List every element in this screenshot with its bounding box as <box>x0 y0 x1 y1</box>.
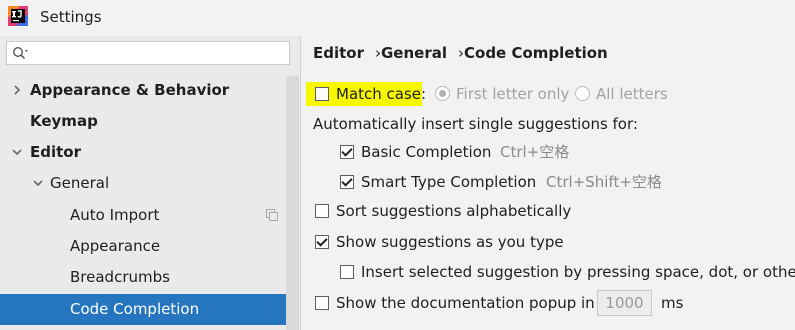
intellij-app-icon <box>8 6 28 26</box>
breadcrumb-item: Code Completion <box>464 44 608 62</box>
sidebar-item-label: Breadcrumbs <box>70 268 170 286</box>
auto-insert-heading: Automatically insert single suggestions … <box>313 115 638 133</box>
sidebar-item-general[interactable]: General <box>0 168 286 199</box>
doc-popup-unit: ms <box>661 294 684 312</box>
breadcrumb-item[interactable]: Editor <box>313 44 364 62</box>
sidebar-item-appearance[interactable]: Appearance <box>0 231 286 262</box>
sidebar-item-label: Keymap <box>30 112 98 130</box>
first-letter-only-radio[interactable] <box>435 86 450 101</box>
all-letters-radio[interactable] <box>575 86 590 101</box>
sidebar-item-label: General <box>50 174 110 192</box>
search-icon <box>12 46 28 60</box>
sidebar-item-label: Appearance <box>70 237 161 255</box>
sidebar-item-label: Auto Import <box>70 206 160 224</box>
match-case-label: Match case: <box>336 85 427 103</box>
smart-type-completion-checkbox[interactable] <box>340 175 354 189</box>
breadcrumb: Editor ›General ›Code Completion <box>313 44 608 62</box>
basic-completion-shortcut: Ctrl+空格 <box>500 143 570 161</box>
chevron-down-icon[interactable] <box>33 178 43 188</box>
sidebar-item-breadcrumbs[interactable]: Breadcrumbs <box>0 262 286 293</box>
first-letter-only-label: First letter only <box>456 85 570 103</box>
chevron-right-icon[interactable] <box>12 85 22 95</box>
sidebar-item-auto-import[interactable]: Auto Import <box>0 200 286 231</box>
show-as-you-type-label: Show suggestions as you type <box>336 233 564 251</box>
search-input[interactable] <box>6 41 290 65</box>
basic-completion-checkbox[interactable] <box>340 145 354 159</box>
breadcrumb-item[interactable]: General <box>381 44 447 62</box>
insert-by-space-label: Insert selected suggestion by pressing s… <box>361 263 795 281</box>
doc-popup-label: Show the documentation popup in <box>336 294 595 312</box>
all-letters-label: All letters <box>596 85 668 103</box>
smart-type-completion-shortcut: Ctrl+Shift+空格 <box>546 173 662 191</box>
sidebar-item-editor[interactable]: Editor <box>0 137 286 168</box>
sidebar-item-label: Editor <box>30 143 81 161</box>
smart-type-completion-label: Smart Type Completion <box>361 173 537 191</box>
chevron-down-icon[interactable] <box>12 147 22 157</box>
sidebar-item-label: Appearance & Behavior <box>30 81 230 99</box>
window-title: Settings <box>40 8 102 26</box>
project-settings-icon <box>266 209 278 221</box>
insert-by-space-checkbox[interactable] <box>340 265 354 279</box>
sort-alphabetically-label: Sort suggestions alphabetically <box>336 202 572 220</box>
show-as-you-type-checkbox[interactable] <box>315 235 329 249</box>
sidebar-item-appearance-behavior[interactable]: Appearance & Behavior <box>0 75 286 106</box>
sidebar-item-code-completion[interactable]: Code Completion <box>0 294 286 325</box>
sidebar-item-label: Code Completion <box>70 300 200 318</box>
basic-completion-label: Basic Completion <box>361 143 492 161</box>
doc-popup-delay-input[interactable]: 1000 <box>597 290 652 316</box>
settings-sidebar: Appearance & Behavior Keymap Editor Gene… <box>0 36 300 330</box>
doc-popup-checkbox[interactable] <box>315 296 329 310</box>
match-case-checkbox[interactable] <box>315 87 329 101</box>
insert-by-space-option[interactable]: Insert selected suggestion by pressing s… <box>340 261 795 283</box>
panel-divider[interactable] <box>300 36 301 330</box>
title-bar: Settings <box>0 0 795 36</box>
sidebar-item-keymap[interactable]: Keymap <box>0 106 286 137</box>
sort-alphabetically-checkbox[interactable] <box>315 204 329 218</box>
sidebar-scrollbar[interactable] <box>286 76 299 330</box>
